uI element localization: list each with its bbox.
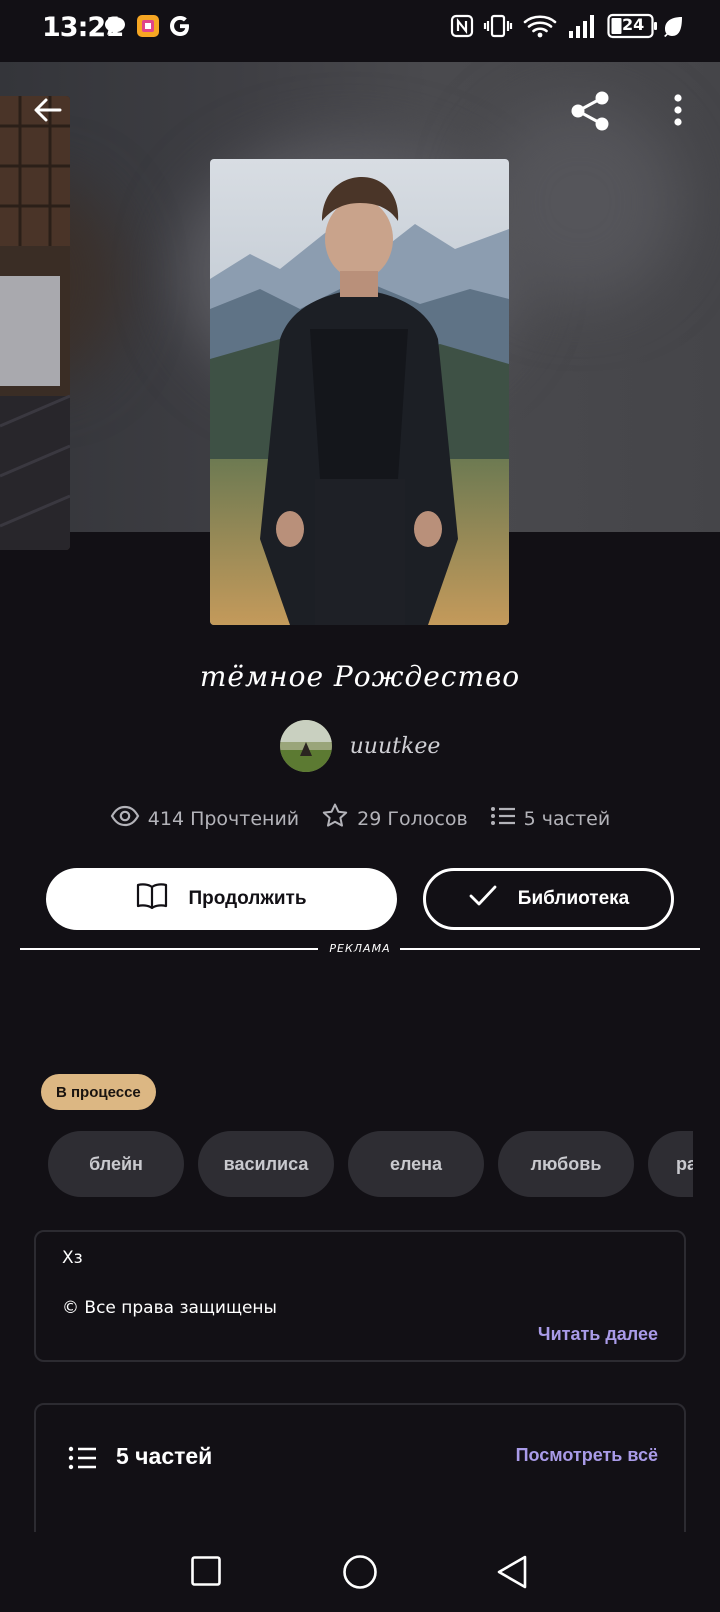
battery-icon: 24 [607, 12, 659, 44]
tag-chip[interactable]: елена [348, 1131, 484, 1197]
author-name[interactable]: uuutkee [350, 734, 441, 759]
library-button[interactable]: Библиотека [423, 868, 674, 930]
system-nav-bar [0, 1532, 720, 1612]
read-more-link[interactable]: Читать далее [538, 1324, 658, 1345]
description-card: Хз © Все права защищены Читать далее [34, 1230, 686, 1362]
list-icon [490, 805, 516, 832]
google-icon [167, 13, 193, 43]
parts-stat: 5 частей [490, 805, 611, 832]
copyright-text: © Все права защищены [62, 1298, 277, 1318]
signal-icon [568, 13, 598, 43]
wifi-icon [523, 13, 557, 43]
vibrate-icon [483, 14, 513, 42]
description-text: Хз [62, 1248, 83, 1268]
tag-chip[interactable]: любовь [498, 1131, 634, 1197]
tag-chip[interactable]: ра [648, 1131, 693, 1197]
view-all-link[interactable]: Посмотреть всё [516, 1445, 658, 1466]
list-icon [68, 1445, 98, 1475]
tag-chip[interactable]: василиса [198, 1131, 334, 1197]
book-icon [136, 882, 168, 916]
parts-count: 5 частей [523, 807, 611, 830]
status-badge: В процессе [41, 1074, 156, 1110]
previous-cover-preview[interactable] [0, 96, 70, 550]
recents-icon[interactable] [190, 1555, 222, 1591]
status-bar: 13:21 24 [0, 0, 720, 62]
home-icon[interactable] [342, 1554, 378, 1594]
avatar[interactable] [279, 720, 332, 772]
story-cover[interactable] [210, 159, 509, 625]
battery-level: 24 [622, 15, 645, 34]
continue-button[interactable]: Продолжить [46, 868, 397, 930]
continue-label: Продолжить [188, 888, 307, 909]
story-title: тёмное Рождество [199, 660, 521, 693]
author-row[interactable]: uuutkee [0, 720, 720, 772]
tag-chip[interactable]: блейн [48, 1131, 184, 1197]
check-icon [468, 884, 498, 914]
ad-label: РЕКЛАМА [329, 942, 391, 955]
votes-count: 29 Голосов [357, 807, 468, 830]
reads-count: 414 Прочтений [147, 807, 300, 830]
votes-stat: 29 Голосов [321, 802, 468, 835]
ad-divider-right [400, 948, 700, 950]
library-label: Библиотека [517, 888, 630, 909]
more-vertical-icon[interactable] [668, 92, 688, 132]
back-arrow-icon[interactable] [30, 92, 66, 132]
chat-bubble-icon [103, 15, 127, 41]
star-icon [321, 802, 349, 835]
parts-title: 5 частей [116, 1443, 213, 1469]
app-icon [136, 14, 160, 42]
eye-icon [110, 805, 140, 832]
reads-stat: 414 Прочтений [110, 805, 299, 832]
nfc-icon [450, 14, 474, 42]
story-stats: 414 Прочтений 29 Голосов 5 частей [0, 802, 720, 835]
tags-row[interactable]: блейн василиса елена любовь ра [48, 1131, 693, 1197]
leaf-icon [662, 15, 684, 41]
share-icon[interactable] [569, 89, 613, 137]
back-nav-icon[interactable] [495, 1554, 529, 1594]
ad-divider-left [20, 948, 318, 950]
